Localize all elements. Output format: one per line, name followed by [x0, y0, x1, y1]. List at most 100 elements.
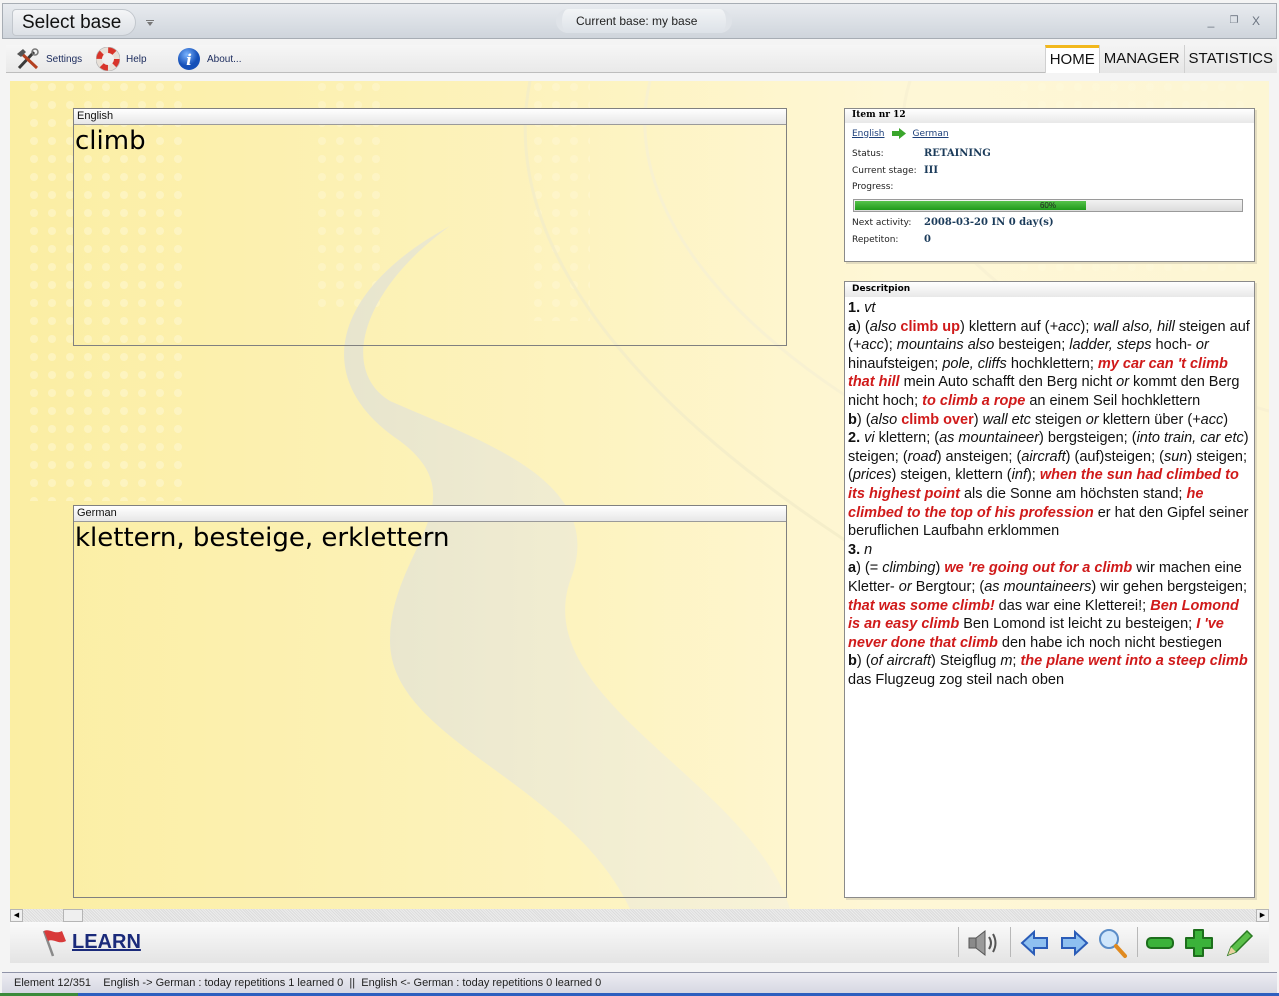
tools-icon: [16, 47, 40, 71]
horizontal-scrollbar[interactable]: ◀ ▶: [10, 909, 1269, 922]
grammar-note: prices: [852, 467, 892, 484]
restore-button[interactable]: ❐: [1227, 14, 1241, 28]
grammar-note: pole, cliffs: [942, 355, 1007, 372]
description-text-run: ) wir gehen bergsteigen;: [1091, 578, 1247, 595]
description-text-run: besteigen;: [994, 337, 1070, 354]
description-text-run: ) ansteigen; (: [936, 448, 1022, 465]
tab-manager[interactable]: MANAGER: [1098, 45, 1184, 73]
grammar-note: climbing: [882, 560, 936, 577]
to-language-link[interactable]: German: [913, 129, 949, 139]
flag-icon: [40, 927, 70, 957]
description-text-run: als die Sonne am höchsten stand;: [959, 485, 1187, 502]
grammar-note: or: [1085, 411, 1099, 428]
help-button[interactable]: Help: [95, 46, 147, 72]
scroll-left-button[interactable]: ◀: [10, 909, 23, 922]
description-text-run: an einem Seil hochklettern: [1025, 392, 1201, 409]
tab-home[interactable]: HOME: [1044, 45, 1099, 73]
close-button[interactable]: X: [1249, 14, 1263, 28]
from-language-link[interactable]: English: [852, 129, 885, 139]
action-bar: LEARN: [10, 922, 1269, 963]
grammar-note: as mountaineer: [939, 430, 1040, 447]
description-text-run: den habe ich noch nicht bestiegen: [997, 634, 1222, 651]
scrollbar-thumb[interactable]: [63, 909, 83, 922]
select-base-button[interactable]: Select base: [12, 9, 136, 36]
about-button[interactable]: i About...: [177, 47, 241, 71]
description-text-run: Ben Lomond ist leicht zu besteigen;: [959, 616, 1197, 633]
description-text-run: ) (: [856, 653, 871, 670]
answer-panel: German klettern, besteige, erklettern: [73, 505, 787, 898]
minimize-button[interactable]: _: [1204, 14, 1218, 28]
description-title: Descritpion: [845, 282, 1254, 297]
grammar-note: or: [1116, 374, 1130, 391]
sense-number: 3.: [848, 541, 861, 558]
example-phrase: to climb a rope: [922, 392, 1026, 409]
description-panel: Descritpion 1. vt a) (also climb up) klet…: [844, 281, 1255, 898]
description-text-run: ) (: [856, 318, 870, 335]
grammar-note: as mountaineers: [984, 578, 1092, 595]
repetition-label: Repetiton:: [852, 235, 899, 245]
description-text-run: );: [1026, 467, 1040, 484]
select-base-dropdown-icon[interactable]: [146, 20, 154, 26]
description-text-run: Bergtour; (: [911, 578, 985, 595]
about-label: About...: [207, 53, 242, 65]
separator: [1137, 927, 1138, 957]
next-arrow-icon[interactable]: [1057, 927, 1091, 959]
speaker-icon[interactable]: [966, 927, 1000, 959]
main-tabs: HOME MANAGER STATISTICS: [1044, 45, 1277, 73]
stage-value: III: [924, 165, 939, 176]
example-phrase: we 're going out for a climb: [944, 560, 1133, 577]
previous-arrow-icon[interactable]: [1018, 927, 1052, 959]
description-text-run: hinaufsteigen;: [848, 355, 943, 372]
example-phrase: that was some climb!: [848, 597, 995, 614]
description-text-run: ) bergsteigen; (: [1039, 430, 1137, 447]
description-text-run: ) (=: [856, 560, 883, 577]
current-base-label: Current base: my base: [556, 9, 732, 33]
element-counter: Element 12/351: [14, 977, 92, 989]
grammar-note: inf: [1011, 467, 1027, 484]
question-word: climb: [75, 126, 146, 156]
grammar-note: wall also, hill: [1093, 318, 1175, 335]
scroll-right-button[interactable]: ▶: [1256, 909, 1269, 922]
description-text-run: ): [935, 560, 945, 577]
grammar-note: vi: [864, 430, 875, 447]
description-text-run: ) steigen, klettern (: [891, 467, 1012, 484]
sense-number: 2.: [848, 430, 861, 447]
description-text-run: ): [1223, 411, 1229, 428]
remove-icon[interactable]: [1143, 927, 1177, 959]
description-text-run: klettern über (: [1098, 411, 1193, 428]
svg-text:i: i: [186, 51, 192, 69]
grammar-note: +acc: [1192, 411, 1224, 428]
grammar-note: +acc: [852, 337, 884, 354]
next-activity-value: 2008-03-20 IN 0 day(s): [924, 217, 1054, 228]
description-text-run: mein Auto schafft den Berg nicht: [899, 374, 1117, 391]
toolbar: Settings Help i About... HOME MANAGER ST…: [6, 45, 1277, 73]
status-bar: Element 12/351 English -> German : today…: [2, 972, 1277, 993]
language-direction: English German: [852, 128, 949, 139]
status-value: RETAINING: [924, 148, 991, 159]
description-text-run: );: [883, 337, 897, 354]
description-text-run: ): [973, 411, 983, 428]
edit-pencil-icon[interactable]: [1222, 927, 1256, 959]
direction-arrow-icon: [891, 128, 906, 139]
help-label: Help: [126, 53, 147, 65]
grammar-note: wall etc: [982, 411, 1031, 428]
next-activity-label: Next activity:: [852, 218, 912, 228]
add-icon[interactable]: [1182, 927, 1216, 959]
grammar-note: mountains also: [896, 337, 995, 354]
description-text-run: hochklettern;: [1006, 355, 1098, 372]
grammar-note: also: [869, 318, 897, 335]
title-bar: Select base Current base: my base _ ❐ X: [2, 3, 1277, 39]
search-icon[interactable]: [1096, 927, 1130, 959]
grammar-note: of aircraft: [870, 653, 931, 670]
description-text-run: steigen: [1030, 411, 1086, 428]
headword-phrase: climb up: [900, 318, 961, 335]
grammar-note: also: [870, 411, 898, 428]
grammar-note: n: [864, 541, 873, 558]
progress-text: 60%: [1039, 201, 1056, 210]
learn-button[interactable]: LEARN: [38, 926, 141, 958]
tab-statistics[interactable]: STATISTICS: [1183, 45, 1277, 73]
grammar-note: or: [898, 578, 912, 595]
description-text: 1. vt a) (also climb up) klettern auf (+a…: [845, 297, 1254, 689]
description-text-run: klettern; (: [874, 430, 940, 447]
settings-button[interactable]: Settings: [16, 47, 82, 71]
